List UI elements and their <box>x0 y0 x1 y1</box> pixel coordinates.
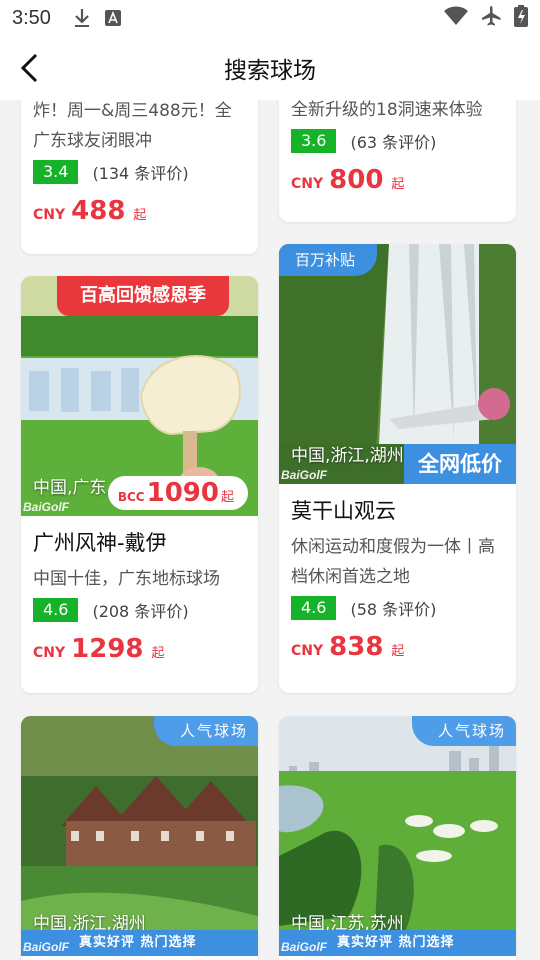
course-image[interactable]: 百高回馈感恩季 中国,广东,广州 BaiGolF BCC 1090 起 <box>21 276 258 516</box>
price-suffix: 起 <box>151 646 165 661</box>
price-suffix: 起 <box>133 208 147 223</box>
price: CNY 800 起 <box>279 153 516 195</box>
course-card[interactable]: 百高回馈感恩季 中国,广东,广州 BaiGolF BCC 1090 起 广州风神… <box>21 276 258 693</box>
price-currency: CNY <box>33 645 66 661</box>
rating-row: 4.6 (208 条评价) <box>21 594 258 622</box>
page-title: 搜索球场 <box>224 58 316 84</box>
wifi-icon <box>444 6 468 31</box>
score-badge: 4.6 <box>33 598 79 622</box>
brand-logo: BaiGolF <box>23 500 70 514</box>
overlay-price-value: 1090 <box>146 478 219 508</box>
header: 搜索球场 <box>0 36 540 100</box>
rating-row: 3.4 (134 条评价) <box>21 156 258 184</box>
course-image[interactable]: 百万补贴 中国,浙江,湖州 BaiGolF 全网低价 <box>279 244 516 484</box>
download-icon <box>73 8 91 28</box>
course-card[interactable]: 炸！周一&周三488元！全广东球友闭眼冲 3.4 (134 条评价) CNY 4… <box>21 100 258 254</box>
overlay-currency: BCC <box>117 490 145 504</box>
price: CNY 488 起 <box>21 184 258 226</box>
course-card[interactable]: 百万补贴 中国,浙江,湖州 BaiGolF 全网低价 莫干山观云 休闲运动和度假… <box>279 244 516 693</box>
course-image[interactable]: 人气球场 中国,浙江,湖州 真实好评 热门选择 BaiGolF <box>21 716 258 956</box>
score-badge: 3.4 <box>33 160 79 184</box>
course-desc: 中国十佳，广东地标球场 <box>33 569 220 589</box>
popular-badge: 人气球场 <box>153 716 258 746</box>
overlay-suffix: 起 <box>220 490 234 505</box>
chevron-left-icon <box>20 53 38 83</box>
course-name: 广州风神-戴伊 <box>33 531 167 555</box>
score-badge: 4.6 <box>291 596 337 620</box>
promo-ribbon: 百高回馈感恩季 <box>57 276 229 316</box>
back-button[interactable] <box>14 52 46 84</box>
status-time: 3:50 <box>12 6 51 29</box>
course-list[interactable]: 炸！周一&周三488元！全广东球友闭眼冲 3.4 (134 条评价) CNY 4… <box>0 100 540 960</box>
battery-icon <box>514 4 528 32</box>
price: CNY 838 起 <box>279 620 516 662</box>
subsidy-badge: 百万补贴 <box>279 244 378 276</box>
price-suffix: 起 <box>391 177 405 192</box>
price-value: 838 <box>329 632 384 662</box>
status-bar: 3:50 <box>0 0 540 36</box>
review-count: (208 条评价) <box>92 602 189 621</box>
course-desc: 全新升级的18洞速来体验 <box>291 100 483 120</box>
price: CNY 1298 起 <box>21 622 258 664</box>
font-a-icon <box>104 10 121 26</box>
price-currency: CNY <box>33 207 66 223</box>
price-value: 488 <box>71 196 126 226</box>
location-label: 中国,浙江,湖州 <box>291 446 404 466</box>
course-card[interactable]: 人气球场 中国,江苏,苏州 真实好评 热门选择 BaiGolF <box>279 716 516 960</box>
price-currency: CNY <box>291 176 324 192</box>
course-card[interactable]: 人气球场 中国,浙江,湖州 真实好评 热门选择 BaiGolF <box>21 716 258 960</box>
course-desc: 休闲运动和度假为一体丨高档休闲首选之地 <box>291 537 495 587</box>
price-currency: CNY <box>291 643 324 659</box>
brand-logo: BaiGolF <box>281 468 328 482</box>
brand-logo: BaiGolF <box>23 940 70 954</box>
lowest-price-badge: 全网低价 <box>404 444 516 484</box>
course-desc: 炸！周一&周三488元！全广东球友闭眼冲 <box>33 101 232 151</box>
rating-row: 4.6 (58 条评价) <box>279 592 516 620</box>
price-value: 1298 <box>71 634 144 664</box>
popular-badge: 人气球场 <box>411 716 516 746</box>
review-count: (58 条评价) <box>350 600 437 619</box>
review-count: (63 条评价) <box>350 133 437 152</box>
airplane-icon <box>480 5 502 32</box>
price-suffix: 起 <box>391 644 405 659</box>
score-badge: 3.6 <box>291 129 337 153</box>
rating-row: 3.6 (63 条评价) <box>279 125 516 153</box>
brand-logo: BaiGolF <box>281 940 328 954</box>
course-name: 莫干山观云 <box>291 499 396 523</box>
review-count: (134 条评价) <box>92 164 189 183</box>
course-card[interactable]: 全新升级的18洞速来体验 3.6 (63 条评价) CNY 800 起 <box>279 100 516 222</box>
overlay-price: BCC 1090 起 <box>107 476 248 510</box>
course-image[interactable]: 人气球场 中国,江苏,苏州 真实好评 热门选择 BaiGolF <box>279 716 516 956</box>
price-value: 800 <box>329 165 384 195</box>
